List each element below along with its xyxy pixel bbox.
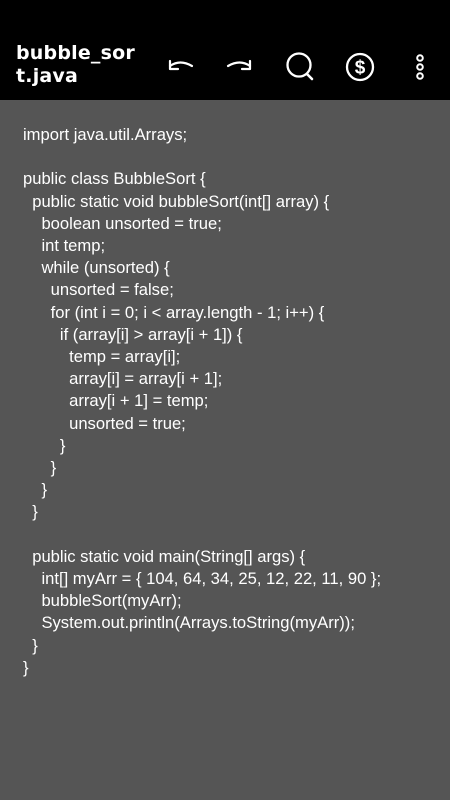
code-editor[interactable]: import java.util.Arrays; public class Bu…: [0, 100, 450, 800]
file-title: bubble_sort.java: [16, 42, 135, 87]
svg-text:$: $: [355, 58, 366, 79]
code-text[interactable]: import java.util.Arrays; public class Bu…: [23, 124, 381, 679]
redo-button[interactable]: [218, 45, 262, 89]
purchase-button[interactable]: $: [338, 45, 382, 89]
search-button[interactable]: [278, 45, 322, 89]
redo-icon: [226, 59, 252, 71]
more-options-button[interactable]: [398, 45, 442, 89]
undo-button[interactable]: [158, 45, 202, 89]
undo-icon: [168, 59, 194, 71]
search-icon: [286, 52, 314, 81]
more-vert-icon: [416, 54, 424, 80]
status-bar: [0, 0, 450, 30]
dollar-icon: $: [345, 52, 375, 82]
app-bar: bubble_sort.java $: [0, 30, 450, 100]
